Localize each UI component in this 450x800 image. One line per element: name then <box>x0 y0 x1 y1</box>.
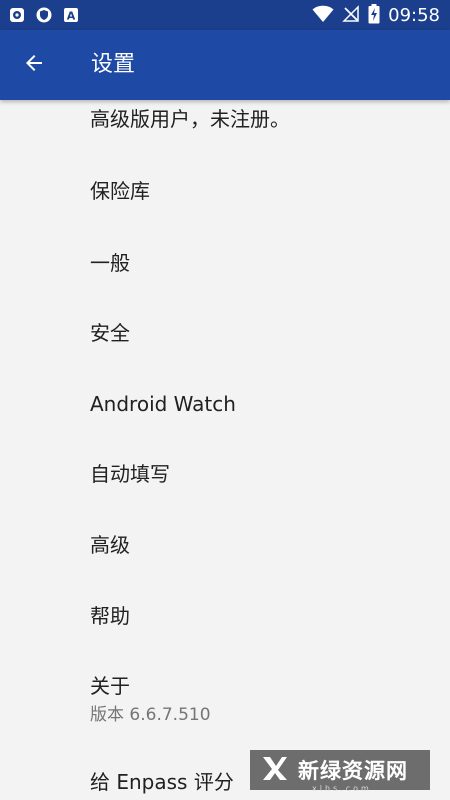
battery-charging-icon <box>368 4 380 28</box>
system-icons: 09:58 <box>312 4 440 28</box>
wifi-icon <box>312 5 334 27</box>
arrow-left-icon <box>22 51 46 79</box>
status-bar: A 09:58 <box>0 0 450 30</box>
clock: 09:58 <box>388 5 440 26</box>
watermark-domain: xlhs.com <box>312 784 372 793</box>
a-letter-notification-icon: A <box>62 6 79 23</box>
settings-item-label: 高级 <box>90 533 130 557</box>
watermark-logo-icon <box>260 753 290 787</box>
settings-item-help[interactable]: 帮助 <box>0 590 450 652</box>
settings-item-security[interactable]: 安全 <box>0 310 450 372</box>
settings-item-label: 安全 <box>90 321 130 345</box>
svg-text:A: A <box>66 9 75 22</box>
version-text: 版本 6.6.7.510 <box>90 705 211 725</box>
shield-notification-icon <box>35 6 52 23</box>
settings-item-label: 关于 <box>90 674 130 698</box>
settings-item-label: 保险库 <box>90 179 150 203</box>
page-title: 设置 <box>91 52 136 77</box>
settings-item-about[interactable]: 关于 版本 6.6.7.510 <box>0 660 450 740</box>
settings-item-general[interactable]: 一般 <box>0 240 450 302</box>
watermark-text: 新绿资源网 <box>298 759 408 783</box>
settings-item-label: 一般 <box>90 251 130 275</box>
app-bar: 设置 <box>0 30 450 100</box>
no-signal-icon <box>342 5 360 27</box>
settings-item-android-watch[interactable]: Android Watch <box>0 380 450 442</box>
settings-item-label: 帮助 <box>90 604 130 628</box>
enpass-notification-icon <box>8 6 25 23</box>
settings-item-vault[interactable]: 保险库 <box>0 170 450 232</box>
notification-icons: A <box>8 6 79 23</box>
settings-item-label: 高级版用户，未注册。 <box>90 107 290 131</box>
settings-item-label: 给 Enpass 评分 <box>90 770 234 794</box>
back-button[interactable] <box>14 45 54 85</box>
settings-item-label: Android Watch <box>90 392 236 416</box>
settings-item-label: 自动填写 <box>90 462 170 486</box>
settings-item-advanced[interactable]: 高级 <box>0 520 450 582</box>
settings-item-autofill[interactable]: 自动填写 <box>0 450 450 512</box>
settings-item-premium-status[interactable]: 高级版用户，未注册。 <box>0 100 450 150</box>
